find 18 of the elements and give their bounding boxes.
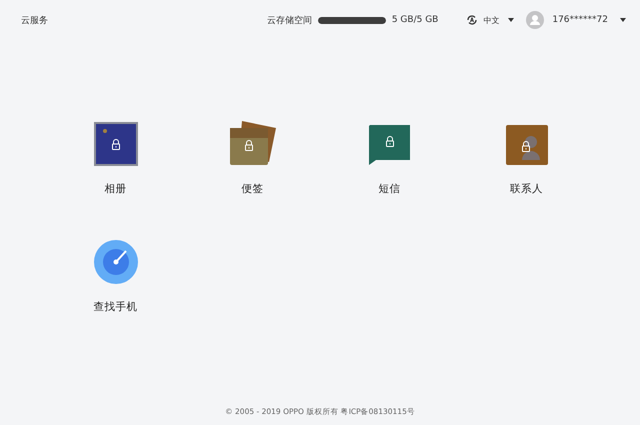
storage-label: 云存储空间 bbox=[266, 14, 312, 26]
storage-reading: 5 GB/5 GB bbox=[392, 15, 438, 25]
caret-icon bbox=[620, 18, 626, 22]
app-label[interactable]: 便签 bbox=[242, 182, 264, 196]
app-label[interactable]: 查找手机 bbox=[94, 300, 138, 314]
contacts-icon[interactable] bbox=[504, 124, 548, 166]
language-icon[interactable] bbox=[466, 14, 478, 26]
photo-album-icon[interactable] bbox=[94, 122, 138, 166]
brand-title: 云服务 bbox=[21, 14, 48, 26]
app-label[interactable]: 联系人 bbox=[510, 182, 543, 196]
app-label[interactable]: 相册 bbox=[104, 182, 126, 196]
language-selector[interactable]: 中文 bbox=[483, 14, 500, 26]
account-name[interactable]: 176******72 bbox=[552, 15, 608, 25]
message-icon[interactable] bbox=[368, 124, 412, 166]
app-label[interactable]: 短信 bbox=[378, 182, 400, 196]
radar-icon[interactable] bbox=[94, 240, 138, 284]
notes-icon[interactable] bbox=[228, 120, 276, 166]
caret-icon bbox=[508, 18, 514, 22]
